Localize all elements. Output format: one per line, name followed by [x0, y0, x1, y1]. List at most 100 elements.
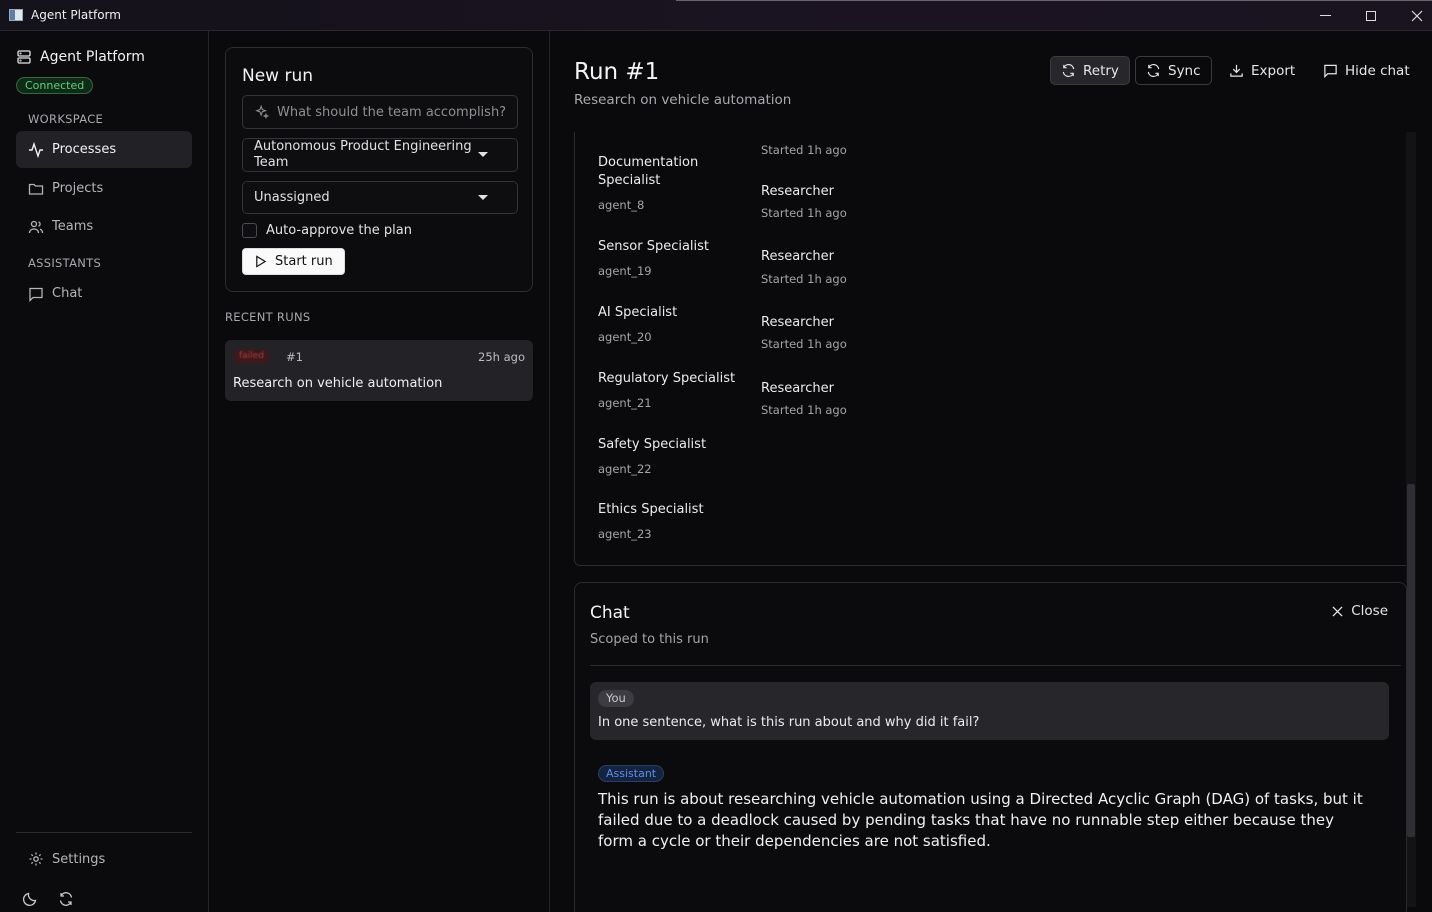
export-label: Export [1251, 62, 1296, 79]
refresh-icon [59, 892, 73, 906]
export-button[interactable]: Export [1219, 56, 1305, 85]
sidebar: Agent Platform Connected WORKSPACE Proce… [0, 31, 209, 912]
task-item[interactable]: Researcher Started 1h ago [761, 184, 847, 220]
agent-id: agent_20 [598, 330, 652, 344]
agent-item[interactable]: Sensor Specialist agent_19 [598, 238, 748, 278]
agent-name: Documentation Specialist [598, 155, 699, 188]
message-icon [29, 287, 43, 302]
minimize-icon [1319, 15, 1331, 16]
goal-input[interactable]: What should the team accomplish? [242, 95, 518, 129]
retry-button[interactable]: Retry [1050, 56, 1130, 85]
chat-subtitle: Scoped to this run [590, 632, 709, 647]
page-subtitle: Research on vehicle automation [574, 92, 792, 108]
connection-status-badge: Connected [16, 77, 94, 94]
auto-approve-label: Auto-approve the plan [266, 223, 412, 238]
brand-label: Agent Platform [40, 49, 145, 65]
agent-name: AI Specialist [598, 305, 678, 320]
agent-name: Sensor Specialist [598, 239, 710, 254]
start-run-label: Start run [275, 254, 333, 269]
user-badge: You [598, 690, 634, 707]
download-icon [1230, 64, 1243, 77]
server-icon [17, 50, 31, 64]
close-chat-button[interactable]: Close [1332, 603, 1388, 619]
sidebar-item-label: Projects [52, 181, 104, 196]
task-started: Started 1h ago [761, 272, 847, 286]
task-item[interactable]: Researcher Started 1h ago [761, 381, 847, 417]
page-title: Run #1 [574, 59, 660, 85]
minimize-button[interactable] [1302, 0, 1348, 31]
sidebar-item-teams[interactable]: Teams [16, 208, 192, 245]
settings-label: Settings [52, 851, 106, 867]
chevron-down-icon [478, 152, 488, 157]
agent-id: agent_19 [598, 264, 652, 278]
close-chat-label: Close [1351, 603, 1388, 619]
assistant-badge: Assistant [598, 765, 665, 782]
run-status-badge: failed [233, 349, 270, 364]
agent-item[interactable]: Documentation Specialist agent_8 [598, 154, 748, 212]
retry-icon [1062, 64, 1075, 77]
maximize-button[interactable] [1348, 0, 1394, 31]
assignee-select[interactable]: Unassigned [242, 181, 518, 214]
folder-icon [28, 183, 44, 195]
message-icon [1324, 64, 1337, 78]
new-run-card: New run What should the team accomplish?… [225, 47, 533, 292]
agent-id: agent_8 [598, 198, 645, 212]
sidebar-item-chat[interactable]: Chat [16, 275, 192, 312]
hide-chat-label: Hide chat [1345, 62, 1410, 79]
close-icon [1411, 10, 1423, 21]
sidebar-item-processes[interactable]: Processes [16, 131, 192, 168]
hide-chat-button[interactable]: Hide chat [1313, 56, 1420, 85]
sidebar-item-label: Teams [52, 219, 94, 234]
agent-item[interactable]: Regulatory Specialist agent_21 [598, 370, 748, 410]
runs-column: New run What should the team accomplish?… [209, 31, 550, 912]
close-icon [1332, 605, 1343, 617]
run-age: 25h ago [478, 350, 525, 364]
window-titlebar: Agent Platform [0, 0, 1432, 31]
auto-approve-row[interactable]: Auto-approve the plan [242, 223, 412, 238]
close-window-button[interactable] [1394, 0, 1432, 31]
sidebar-item-label: Processes [52, 142, 117, 157]
agents-panel: Documentation Specialist agent_8 Sensor … [574, 132, 1408, 566]
refresh-button[interactable] [58, 891, 76, 909]
scrollbar-thumb[interactable] [1407, 484, 1415, 837]
agent-item[interactable]: Safety Specialist agent_22 [598, 436, 748, 476]
auto-approve-checkbox[interactable] [242, 223, 257, 238]
task-role: Researcher [761, 249, 834, 264]
task-role: Researcher [761, 315, 834, 330]
assistants-section-label: ASSISTANTS [28, 256, 102, 270]
task-started: Started 1h ago [761, 206, 847, 220]
agent-item[interactable]: Ethics Specialist agent_23 [598, 501, 748, 541]
user-message-text: In one sentence, what is this run about … [598, 715, 980, 730]
task-item[interactable]: Researcher Started 1h ago [761, 249, 847, 286]
scrollbar[interactable] [1406, 132, 1416, 907]
team-select[interactable]: Autonomous Product Engineering Team [242, 138, 518, 172]
assignee-select-value: Unassigned [254, 190, 330, 205]
chevron-down-icon [478, 194, 488, 200]
theme-toggle-button[interactable] [22, 891, 40, 909]
maximize-icon [1366, 10, 1376, 21]
sidebar-item-projects[interactable]: Projects [16, 170, 192, 207]
sync-button[interactable]: Sync [1135, 56, 1212, 85]
sidebar-item-label: Chat [52, 286, 83, 301]
recent-runs-label: RECENT RUNS [225, 310, 311, 324]
sync-icon [1147, 64, 1160, 77]
app-icon [9, 9, 23, 21]
retry-label: Retry [1083, 62, 1119, 79]
agent-name: Ethics Specialist [598, 502, 704, 517]
task-item[interactable]: Researcher Started 1h ago [761, 315, 847, 351]
user-message: You In one sentence, what is this run ab… [590, 682, 1389, 740]
brand[interactable]: Agent Platform [16, 49, 145, 65]
users-icon [28, 220, 44, 233]
recent-run-item[interactable]: failed #1 25h ago Research on vehicle au… [225, 340, 533, 401]
assistant-message-text: This run is about researching vehicle au… [598, 790, 1363, 850]
agent-name: Regulatory Specialist [598, 371, 736, 386]
agent-name: Safety Specialist [598, 437, 707, 452]
task-role: Researcher [761, 184, 834, 199]
team-select-value: Autonomous Product Engineering Team [254, 139, 472, 170]
sidebar-item-settings[interactable]: Settings [28, 851, 105, 867]
workspace-section-label: WORKSPACE [28, 112, 104, 126]
agent-id: agent_22 [598, 462, 652, 476]
sparkles-icon [255, 105, 269, 119]
start-run-button[interactable]: Start run [242, 248, 345, 275]
agent-item[interactable]: AI Specialist agent_20 [598, 304, 748, 344]
